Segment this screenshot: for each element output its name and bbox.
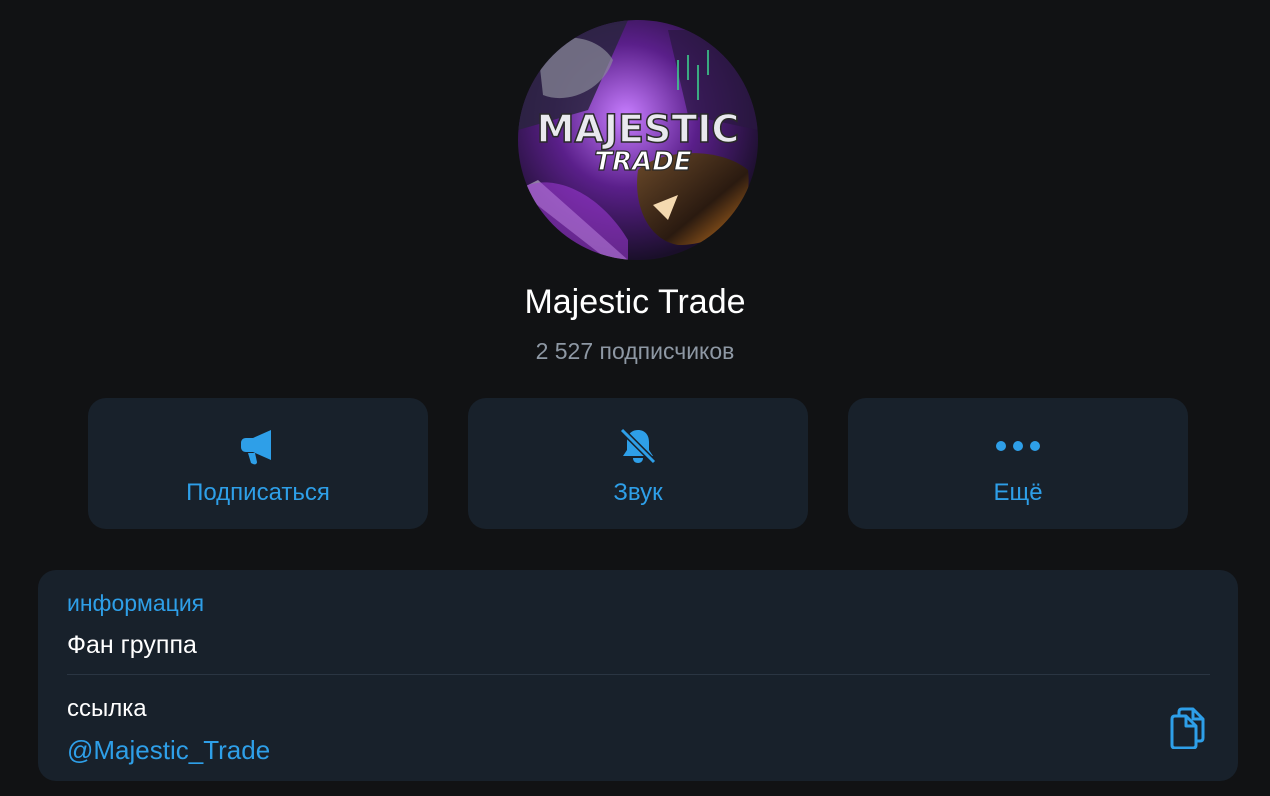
- avatar-image: MAJESTIC TRADE: [518, 20, 758, 260]
- subscriber-count: 2 527 подписчиков: [535, 338, 735, 364]
- channel-name: Majestic Trade: [524, 283, 746, 321]
- info-caption: информация: [67, 590, 205, 616]
- bell-off-icon: [468, 424, 808, 468]
- info-description: Фан группа: [67, 631, 197, 659]
- subscribe-label: Подписаться: [186, 479, 330, 506]
- avatar-logo-subtext: TRADE: [594, 147, 691, 177]
- sound-label: Звук: [613, 479, 663, 506]
- more-button[interactable]: Ещё: [848, 398, 1188, 529]
- link-caption: ссылка: [67, 695, 147, 722]
- channel-profile-page: MAJESTIC TRADE Majestic Trade 2 527 подп…: [0, 0, 1270, 796]
- more-label: Ещё: [993, 479, 1043, 506]
- copy-link-button[interactable]: [1164, 704, 1210, 752]
- channel-username-link[interactable]: @Majestic_Trade: [67, 734, 270, 766]
- megaphone-icon: [88, 424, 428, 468]
- more-dots-icon: [848, 424, 1188, 468]
- channel-info-card: информация Фан группа ссылка @Majestic_T…: [38, 570, 1238, 781]
- divider: [67, 674, 1210, 675]
- copy-icon: [1170, 707, 1205, 749]
- avatar-logo-text: MAJESTIC: [537, 107, 740, 151]
- channel-avatar[interactable]: MAJESTIC TRADE: [518, 20, 758, 260]
- subscribe-button[interactable]: Подписаться: [88, 398, 428, 529]
- sound-button[interactable]: Звук: [468, 398, 808, 529]
